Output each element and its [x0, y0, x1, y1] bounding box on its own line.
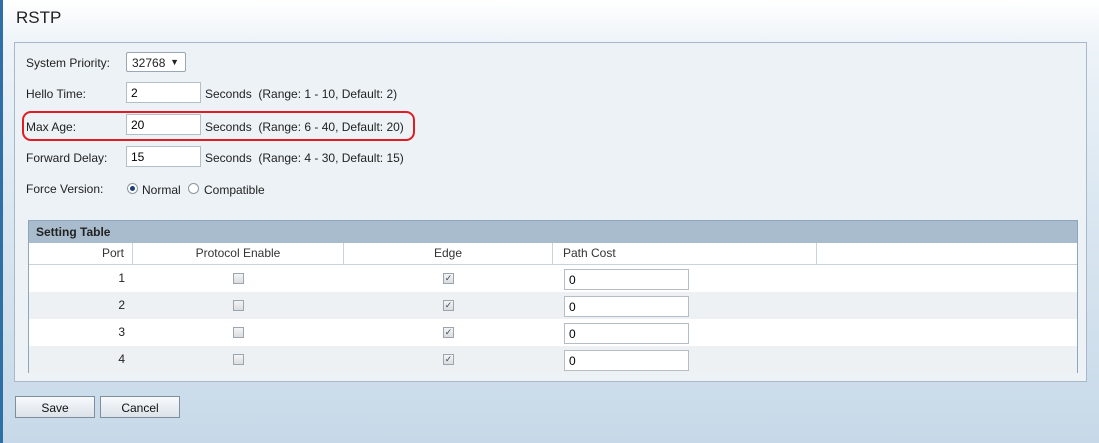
- left-edge-bar: [0, 0, 3, 443]
- path-cost-input[interactable]: [564, 350, 689, 371]
- page-title: RSTP: [16, 8, 62, 27]
- port-number: 2: [118, 298, 125, 312]
- protocol-enable-checkbox[interactable]: [233, 273, 244, 284]
- radio-normal-label: Normal: [142, 183, 181, 197]
- protocol-enable-checkbox[interactable]: [233, 300, 244, 311]
- edge-checkbox[interactable]: ✓: [443, 327, 454, 338]
- setting-table: Setting Table Port Protocol Enable Edge …: [28, 220, 1078, 373]
- cancel-button[interactable]: Cancel: [100, 396, 180, 418]
- forward-delay-range: (Range: 4 - 30, Default: 15): [258, 151, 404, 165]
- max-age-label: Max Age:: [26, 120, 77, 134]
- port-number: 4: [118, 352, 125, 366]
- table-header-row: Port Protocol Enable Edge Path Cost: [29, 243, 1077, 265]
- forward-delay-input[interactable]: [126, 146, 201, 167]
- edge-checkbox[interactable]: ✓: [443, 354, 454, 365]
- forward-delay-label: Forward Delay:: [26, 151, 108, 165]
- col-edge: Edge: [344, 243, 553, 264]
- port-number: 3: [118, 325, 125, 339]
- path-cost-input[interactable]: [564, 269, 689, 290]
- radio-compatible-label: Compatible: [204, 183, 265, 197]
- save-button[interactable]: Save: [15, 396, 95, 418]
- max-age-input[interactable]: [126, 114, 201, 135]
- port-number: 1: [118, 271, 125, 285]
- max-age-range: (Range: 6 - 40, Default: 20): [258, 120, 404, 134]
- table-row: 3 ✓: [29, 319, 1077, 346]
- setting-table-title: Setting Table: [29, 221, 1077, 243]
- force-version-label: Force Version:: [26, 182, 104, 196]
- col-protocol-enable: Protocol Enable: [133, 243, 344, 264]
- protocol-enable-checkbox[interactable]: [233, 354, 244, 365]
- table-row: 1 ✓: [29, 265, 1077, 292]
- forward-delay-units: Seconds: [205, 151, 252, 165]
- radio-compatible[interactable]: [188, 183, 199, 194]
- path-cost-input[interactable]: [564, 296, 689, 317]
- radio-normal[interactable]: [127, 183, 138, 194]
- hello-time-input[interactable]: [126, 82, 201, 103]
- table-row: 2 ✓: [29, 292, 1077, 319]
- system-priority-label: System Priority:: [26, 56, 111, 70]
- hello-time-units: Seconds: [205, 87, 252, 101]
- system-priority-value: 32768: [132, 56, 166, 70]
- rstp-settings-panel: System Priority: 32768 ▼ Hello Time: Sec…: [14, 42, 1087, 382]
- chevron-down-icon: ▼: [170, 57, 179, 67]
- path-cost-input[interactable]: [564, 323, 689, 344]
- table-row: 4 ✓: [29, 346, 1077, 373]
- max-age-hint: Seconds (Range: 6 - 40, Default: 20): [205, 120, 404, 134]
- edge-checkbox[interactable]: ✓: [443, 273, 454, 284]
- max-age-units: Seconds: [205, 120, 252, 134]
- hello-time-hint: Seconds (Range: 1 - 10, Default: 2): [205, 87, 397, 101]
- col-path-cost: Path Cost: [553, 243, 817, 264]
- forward-delay-hint: Seconds (Range: 4 - 30, Default: 15): [205, 151, 404, 165]
- protocol-enable-checkbox[interactable]: [233, 327, 244, 338]
- system-priority-select[interactable]: 32768 ▼: [126, 52, 186, 72]
- hello-time-label: Hello Time:: [26, 87, 87, 101]
- edge-checkbox[interactable]: ✓: [443, 300, 454, 311]
- col-port: Port: [29, 243, 133, 264]
- hello-time-range: (Range: 1 - 10, Default: 2): [258, 87, 398, 101]
